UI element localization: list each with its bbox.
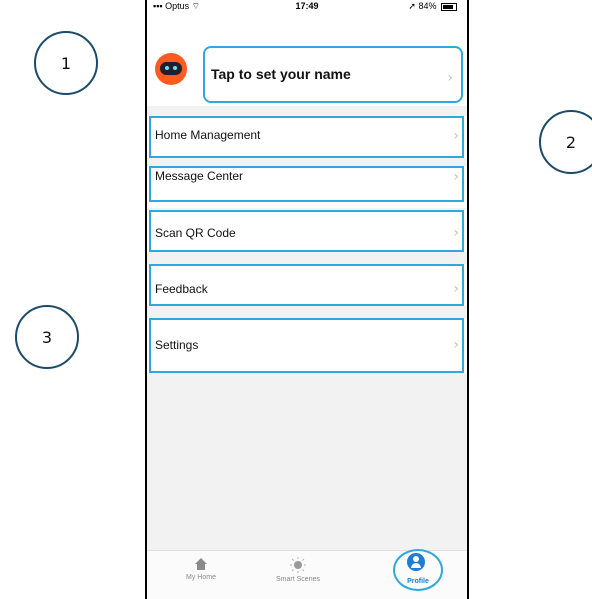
name-prompt: Tap to set your name: [211, 66, 351, 82]
menu-item-settings[interactable]: Settings ›: [147, 318, 467, 373]
eye-icon: [173, 66, 177, 70]
annotation-circle-1: 1: [34, 31, 98, 95]
chevron-right-icon: ›: [453, 169, 459, 185]
tab-label: My Home: [186, 574, 216, 581]
tab-my-home[interactable]: My Home: [161, 557, 241, 581]
annotation-number: 3: [41, 327, 53, 347]
menu-item-label: Settings: [155, 338, 199, 352]
menu-item-label: Scan QR Code: [155, 226, 236, 240]
chevron-right-icon: ›: [453, 225, 459, 241]
menu-item-message-center[interactable]: Message Center ›: [147, 166, 467, 208]
location-icon: ➚: [408, 1, 416, 11]
status-battery: ➚ 84%: [408, 1, 457, 12]
robot-face-icon: [160, 62, 182, 75]
chevron-right-icon: ›: [453, 281, 459, 297]
profile-icon: [407, 553, 425, 571]
chevron-right-icon: ›: [453, 128, 459, 144]
sun-icon: [290, 557, 306, 573]
annotation-number: 2: [565, 132, 577, 152]
tab-label: Smart Scenes: [276, 576, 320, 583]
set-name-button[interactable]: Tap to set your name ›: [203, 46, 463, 103]
chevron-right-icon: ›: [447, 70, 453, 86]
menu-item-label: Home Management: [155, 128, 261, 142]
menu-item-feedback[interactable]: Feedback ›: [147, 264, 467, 306]
menu-item-label: Feedback: [155, 282, 208, 296]
tab-label: Profile: [407, 578, 429, 585]
menu-item-scan-qr-code[interactable]: Scan QR Code ›: [147, 210, 467, 252]
tab-smart-scenes[interactable]: Smart Scenes: [258, 557, 338, 583]
battery-percent: 84%: [418, 1, 437, 11]
eye-icon: [165, 66, 169, 70]
annotation-circle-2: 2: [539, 110, 592, 174]
menu-item-home-management[interactable]: Home Management ›: [147, 116, 467, 158]
menu-item-label: Message Center: [155, 169, 244, 183]
battery-icon: [441, 2, 457, 11]
phone-screen: ▪▪▪ Optus ⌔ 17:49 ➚ 84% Tap to set your …: [145, 0, 469, 599]
avatar[interactable]: [155, 53, 187, 85]
profile-header: Tap to set your name ›: [147, 14, 467, 106]
home-icon: [195, 558, 207, 570]
chevron-right-icon: ›: [453, 337, 459, 353]
status-bar: ▪▪▪ Optus ⌔ 17:49 ➚ 84%: [147, 0, 467, 14]
annotation-circle-3: 3: [15, 305, 79, 369]
annotation-number: 1: [60, 53, 72, 73]
